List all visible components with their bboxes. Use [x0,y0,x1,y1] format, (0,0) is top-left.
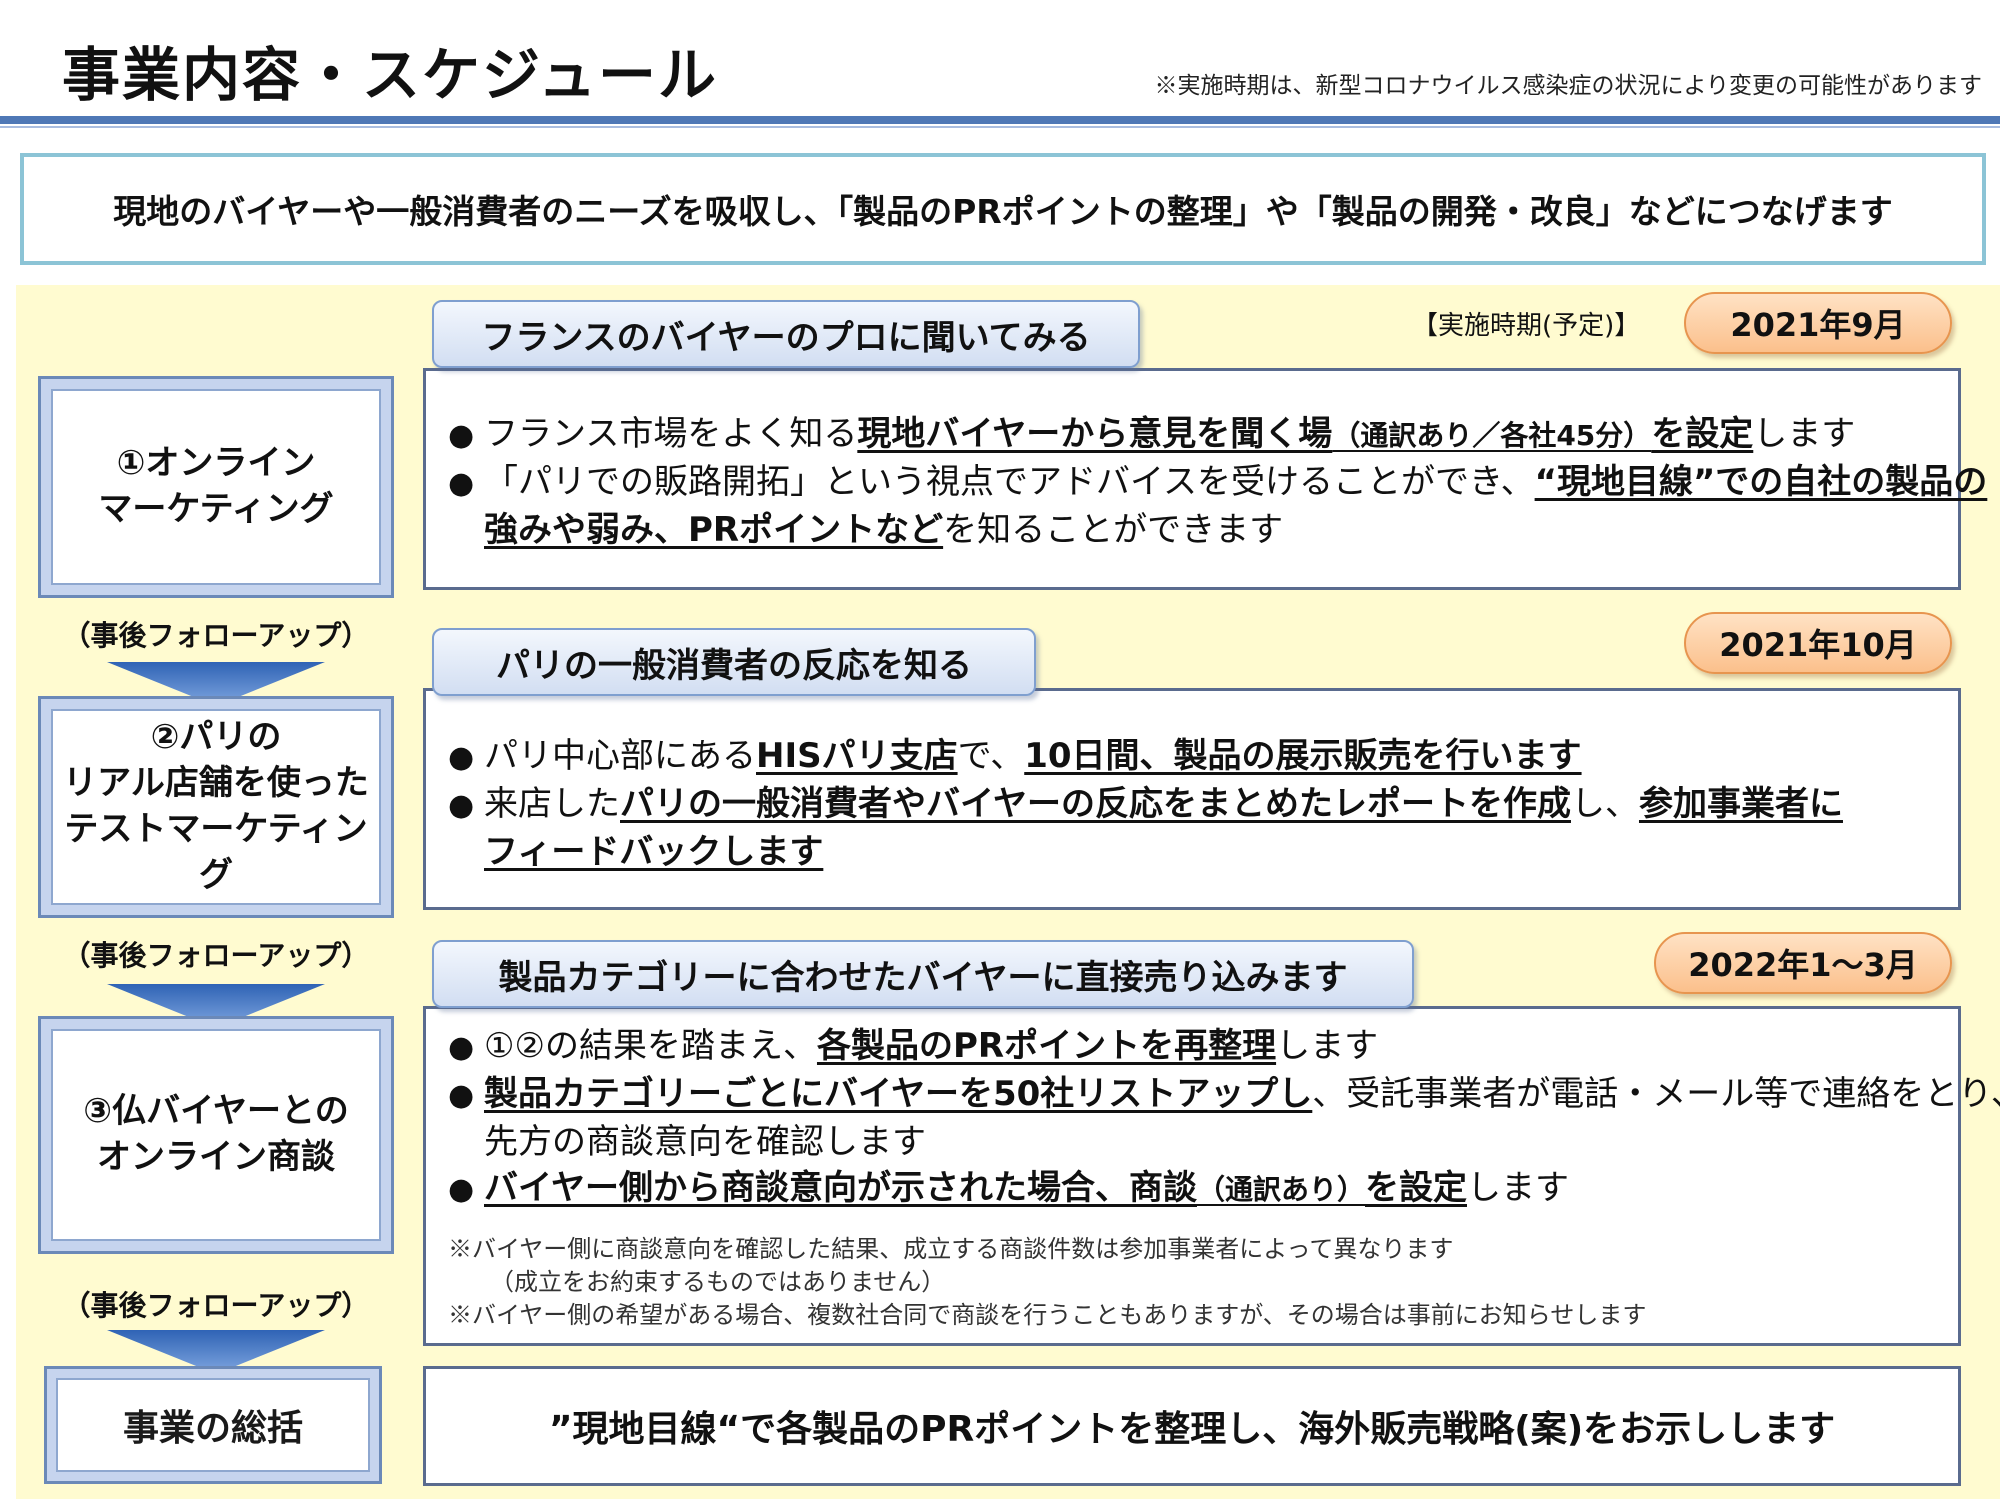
followup-label: （事後フォローアップ） [62,939,370,972]
step-1-date: 2021年9月 [1684,292,1952,354]
step-2-tag: パリの一般消費者の反応を知る [432,628,1036,696]
summary-step: 事業の総括 [44,1366,382,1484]
header-rule-thin [0,126,2000,128]
step-2-date: 2021年10月 [1684,612,1952,674]
step-1-tag: フランスのバイヤーのプロに聞いてみる [432,300,1140,368]
negotiation-note: （成立をお約束するものではありません） [490,1268,946,1296]
bullet-icon: ● [448,1078,475,1113]
step-online-negotiation: ③仏バイヤーとの オンライン商談 [38,1016,394,1254]
bullet-line: ● バイヤー側から商談意向が示された場合、商談（通訳あり）を設定します [448,1165,1936,1213]
step-paris-test-marketing: ②パリの リアル店舗を使った テストマーケティング [38,696,394,918]
bullet-icon: ● [448,418,475,453]
page-title: 事業内容・スケジュール [62,41,718,109]
step-2-details: ● パリ中心部にあるHISパリ支店で、10日間、製品の展示販売を行います ● 来店し… [423,688,1961,910]
bullet-continuation: 強みや弱み、PRポイントなどを知ることができます [484,510,1284,550]
bullet-icon: ● [448,466,475,501]
bullet-line: ● フランス市場をよく知る現地バイヤーから意見を聞く場（通訳あり／各社45分）を設… [448,411,1936,459]
bullet-line: ● 製品カテゴリーごとにバイヤーを50社リストアップし、受託事業者が電話・メール等… [448,1071,2000,1119]
summary-text: ”現地目線“で各製品のPRポイントを整理し、海外販売戦略(案)をお示しします [423,1366,1961,1486]
bullet-icon: ● [448,740,475,775]
followup-label: （事後フォローアップ） [62,619,370,652]
step-label: ①オンライン マーケティング [51,389,381,585]
bullet-icon: ● [448,1030,475,1065]
step-label: ③仏バイヤーとの オンライン商談 [51,1029,381,1241]
step-1-details: ● フランス市場をよく知る現地バイヤーから意見を聞く場（通訳あり／各社45分）を設… [423,368,1987,590]
period-label: 【実施時期(予定)】 [1412,311,1641,341]
header-rule [0,116,2000,124]
bullet-line: ● ①②の結果を踏まえ、各製品のPRポイントを再整理します [448,1023,1936,1071]
step-online-marketing: ①オンライン マーケティング [38,376,394,598]
step-3-date: 2022年1～3月 [1654,932,1952,994]
step-3-tag: 製品カテゴリーに合わせたバイヤーに直接売り込みます [432,940,1414,1008]
summary-banner: 現地のバイヤーや一般消費者のニーズを吸収し、「製品のPRポイントの整理」や「製品… [20,153,1986,265]
bullet-icon: ● [448,788,475,823]
bullet-continuation: 先方の商談意向を確認します [484,1122,926,1162]
negotiation-note: ※バイヤー側の希望がある場合、複数社合同で商談を行うこともありますが、その場合は… [448,1301,1647,1329]
followup-label: （事後フォローアップ） [62,1289,370,1322]
bullet-line: ● 「パリでの販路開拓」という視点でアドバイスを受けることができ、“現地目線”での… [448,459,1987,507]
step-label: ②パリの リアル店舗を使った テストマーケティング [51,709,381,905]
bullet-icon: ● [448,1172,475,1207]
bullet-line: ● 来店したパリの一般消費者やバイヤーの反応をまとめたレポートを作成し、参加事業者… [448,781,1936,829]
step-3-details: ● ①②の結果を踏まえ、各製品のPRポイントを再整理します ● 製品カテゴリーごとに… [423,1006,2000,1346]
summary-label: 事業の総括 [56,1378,370,1472]
schedule-change-note: ※実施時期は、新型コロナウイルス感染症の状況により変更の可能性があります [1154,73,1982,99]
negotiation-note: ※バイヤー側に商談意向を確認した結果、成立する商談件数は参加事業者によって異なり… [448,1235,1454,1263]
bullet-line: ● パリ中心部にあるHISパリ支店で、10日間、製品の展示販売を行います [448,733,1936,781]
bullet-continuation: フィードバックします [484,832,824,872]
